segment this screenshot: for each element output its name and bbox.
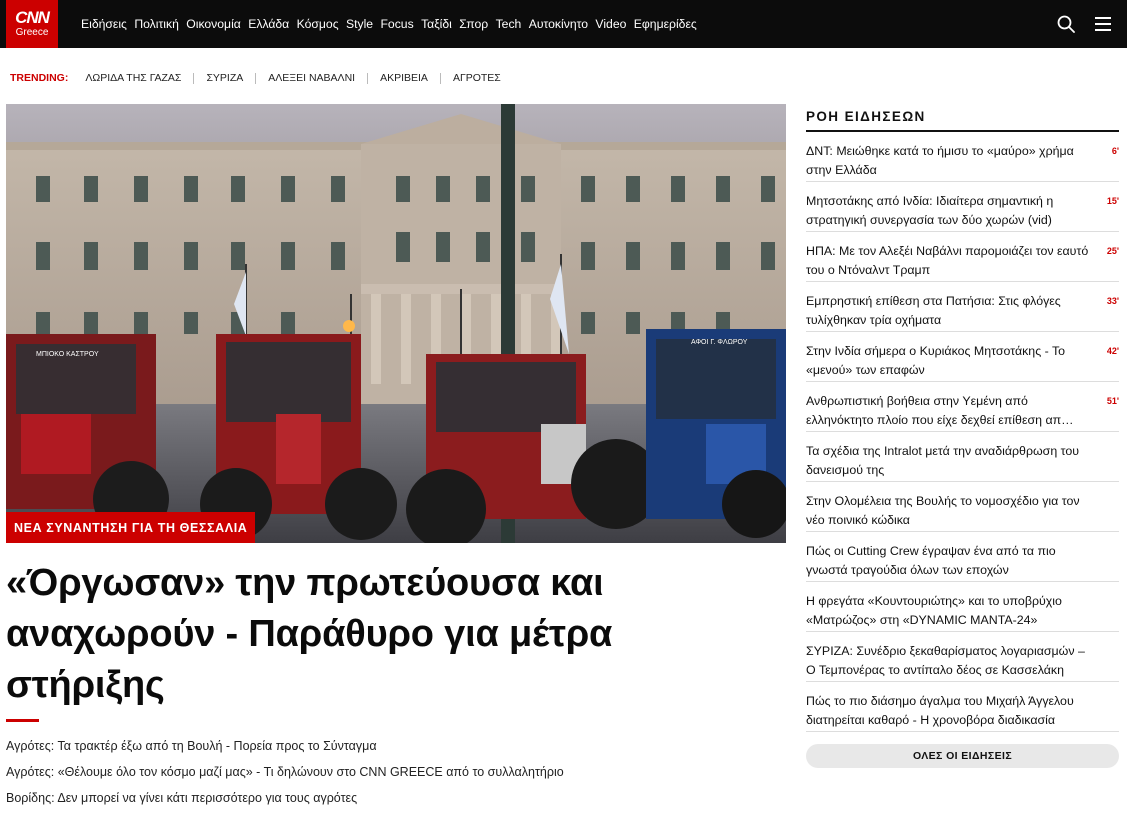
news-feed-item-title[interactable]: Μητσοτάκης από Ινδία: Ιδιαίτερα σημαντικ…: [806, 192, 1094, 230]
nav-item-eidiseis[interactable]: Ειδήσεις: [81, 17, 127, 31]
menu-icon[interactable]: [1095, 17, 1111, 31]
logo-sub-text: Greece: [15, 27, 49, 38]
nav-item-ellada[interactable]: Ελλάδα: [248, 17, 289, 31]
news-feed-list: ΔΝΤ: Μειώθηκε κατά το ήμισυ το «μαύρο» χ…: [806, 132, 1119, 732]
trending-label: TRENDING:: [10, 72, 69, 84]
news-feed-item[interactable]: Εμπρηστική επίθεση στα Πατήσια: Στις φλό…: [806, 282, 1119, 332]
all-news-button[interactable]: ΟΛΕΣ ΟΙ ΕΙΔΗΣΕΙΣ: [806, 744, 1119, 768]
news-feed-item[interactable]: Πώς οι Cutting Crew έγραψαν ένα από τα π…: [806, 532, 1119, 582]
news-feed-item-title[interactable]: Πώς οι Cutting Crew έγραψαν ένα από τα π…: [806, 542, 1094, 580]
related-links: Αγρότες: Τα τρακτέρ έξω από τη Βουλή - Π…: [6, 733, 776, 811]
news-feed-item-title[interactable]: Εμπρηστική επίθεση στα Πατήσια: Στις φλό…: [806, 292, 1094, 330]
news-feed-item-time: 33': [1106, 296, 1119, 306]
news-feed-item-title[interactable]: ΗΠΑ: Με τον Αλεξέι Ναβάλνι παρομοιάζει τ…: [806, 242, 1094, 280]
news-feed-item[interactable]: ΔΝΤ: Μειώθηκε κατά το ήμισυ το «μαύρο» χ…: [806, 132, 1119, 182]
nav-item-style[interactable]: Style: [346, 17, 373, 31]
news-feed-item-title[interactable]: Στην Ινδία σήμερα ο Κυριάκος Μητσοτάκης …: [806, 342, 1094, 380]
news-feed-item[interactable]: Ανθρωπιστική βοήθεια στην Υεμένη από ελλ…: [806, 382, 1119, 432]
related-link[interactable]: Αγρότες: «Θέλουμε όλο τον κόσμο μαζί μας…: [6, 759, 776, 785]
trending-item[interactable]: ΑΚΡΙΒΕΙΑ: [367, 72, 440, 84]
nav-item-efimerides[interactable]: Εφημερίδες: [634, 17, 697, 31]
news-feed-sidebar: ΡΟΗ ΕΙΔΗΣΕΩΝ ΔΝΤ: Μειώθηκε κατά το ήμισυ…: [806, 104, 1119, 732]
nav-item-kosmos[interactable]: Κόσμος: [297, 17, 339, 31]
trending-bar: TRENDING: ΛΩΡΙΔΑ ΤΗΣ ΓΑΖΑΣ ΣΥΡΙΖΑ ΑΛΕΞΕΙ…: [10, 70, 513, 86]
news-feed-item-title[interactable]: ΣΥΡΙΖΑ: Συνέδριο ξεκαθαρίσματος λογαριασ…: [806, 642, 1094, 680]
trending-item[interactable]: ΑΓΡΟΤΕΣ: [439, 72, 513, 84]
news-feed-item[interactable]: ΗΠΑ: Με τον Αλεξέι Ναβάλνι παρομοιάζει τ…: [806, 232, 1119, 282]
nav-item-tech[interactable]: Tech: [496, 17, 522, 31]
trending-item[interactable]: ΛΩΡΙΔΑ ΤΗΣ ΓΑΖΑΣ: [85, 72, 193, 84]
top-navigation-bar: CNN Greece Ειδήσεις Πολιτική Οικονομία Ε…: [0, 0, 1127, 48]
news-feed-item-title[interactable]: Στην Ολομέλεια της Βουλής το νομοσχέδιο …: [806, 492, 1094, 530]
nav-item-spor[interactable]: Σπορ: [459, 17, 488, 31]
news-feed-item-title[interactable]: Η φρεγάτα «Κουντουριώτης» και το υποβρύχ…: [806, 592, 1094, 630]
main-nav: Ειδήσεις Πολιτική Οικονομία Ελλάδα Κόσμο…: [81, 0, 704, 48]
trending-item[interactable]: ΣΥΡΙΖΑ: [193, 72, 255, 84]
related-link[interactable]: Αγρότες: Τα τρακτέρ έξω από τη Βουλή - Π…: [6, 733, 776, 759]
nav-item-video[interactable]: Video: [595, 17, 626, 31]
nav-item-focus[interactable]: Focus: [380, 17, 413, 31]
nav-item-taxidi[interactable]: Ταξίδι: [421, 17, 452, 31]
cnn-greece-logo[interactable]: CNN Greece: [6, 0, 58, 48]
tractor-plate-2: ΑΦΟΙ Γ. ΦΛΩΡΟΥ: [691, 339, 748, 346]
news-feed-item-title[interactable]: Πώς το πιο διάσημο άγαλμα του Μιχαήλ Άγγ…: [806, 692, 1094, 730]
search-icon[interactable]: [1057, 15, 1075, 33]
news-feed-item[interactable]: Στην Ολομέλεια της Βουλής το νομοσχέδιο …: [806, 482, 1119, 532]
hero-category-tag[interactable]: ΝΕΑ ΣΥΝΑΝΤΗΣΗ ΓΙΑ ΤΗ ΘΕΣΣΑΛΙΑ: [6, 512, 256, 543]
news-feed-item[interactable]: Πώς το πιο διάσημο άγαλμα του Μιχαήλ Άγγ…: [806, 682, 1119, 732]
logo-main-text: CNN: [15, 8, 50, 27]
hero-headline[interactable]: «Όργωσαν» την πρωτεύουσα και αναχωρούν -…: [6, 558, 766, 711]
news-feed-item[interactable]: ΣΥΡΙΖΑ: Συνέδριο ξεκαθαρίσματος λογαριασ…: [806, 632, 1119, 682]
news-feed-item-time: 15': [1106, 196, 1119, 206]
headline-divider: [6, 719, 39, 722]
news-feed-item-time: 25': [1106, 246, 1119, 256]
related-link[interactable]: Βορίδης: Δεν μπορεί να γίνει κάτι περισσ…: [6, 785, 776, 811]
nav-item-politiki[interactable]: Πολιτική: [134, 17, 179, 31]
news-feed-item[interactable]: Στην Ινδία σήμερα ο Κυριάκος Μητσοτάκης …: [806, 332, 1119, 382]
trending-item[interactable]: ΑΛΕΞΕΙ ΝΑΒΑΛΝΙ: [255, 72, 367, 84]
nav-icons: [1057, 0, 1111, 48]
news-feed-item-title[interactable]: Ανθρωπιστική βοήθεια στην Υεμένη από ελλ…: [806, 392, 1094, 430]
hero-image[interactable]: ΜΠΙΟΚΟ ΚΑΣΤΡΟΥ ΑΦΟΙ Γ. ΦΛΩΡΟΥ: [6, 104, 786, 543]
news-feed-item[interactable]: Μητσοτάκης από Ινδία: Ιδιαίτερα σημαντικ…: [806, 182, 1119, 232]
news-feed-item-title[interactable]: Τα σχέδια της Intralot μετά την αναδιάρθ…: [806, 442, 1094, 480]
news-feed-item[interactable]: Τα σχέδια της Intralot μετά την αναδιάρθ…: [806, 432, 1119, 482]
nav-item-oikonomia[interactable]: Οικονομία: [186, 17, 241, 31]
news-feed-item-title[interactable]: ΔΝΤ: Μειώθηκε κατά το ήμισυ το «μαύρο» χ…: [806, 142, 1094, 180]
tractor-plate-1: ΜΠΙΟΚΟ ΚΑΣΤΡΟΥ: [36, 351, 99, 358]
news-feed-item-time: 42': [1106, 346, 1119, 356]
nav-item-aftokinito[interactable]: Αυτοκίνητο: [529, 17, 588, 31]
news-feed-item-time: 51': [1106, 396, 1119, 406]
news-feed-item-time: 6': [1111, 146, 1119, 156]
news-feed-item[interactable]: Η φρεγάτα «Κουντουριώτης» και το υποβρύχ…: [806, 582, 1119, 632]
news-feed-title: ΡΟΗ ΕΙΔΗΣΕΩΝ: [806, 104, 1119, 132]
